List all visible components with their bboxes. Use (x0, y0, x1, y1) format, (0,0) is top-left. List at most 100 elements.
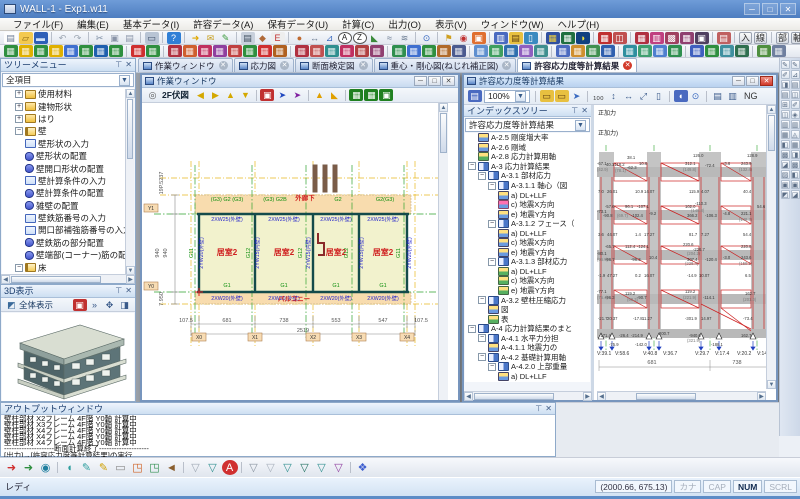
model-tool-icon-6-0[interactable]: ▦ (556, 45, 570, 57)
zoom-out-icon[interactable]: ▭ (555, 90, 569, 102)
pointer-icon[interactable]: ➤ (570, 90, 584, 102)
out-hash-icon[interactable]: ▦ (680, 32, 694, 44)
scroll-thumb[interactable] (474, 393, 554, 400)
cup-white-icon[interactable]: ▽ (188, 460, 204, 475)
wave2-icon[interactable]: ≋ (398, 32, 412, 44)
move-red-icon[interactable]: ◳ (130, 460, 146, 475)
expand-icon[interactable]: + (15, 115, 23, 123)
model-tool-icon-2-5[interactable]: ▦ (243, 45, 257, 57)
tree-item[interactable]: +はり (2, 113, 134, 125)
tree-item[interactable]: A-2.5 剛度増大率 (465, 133, 590, 143)
side-tool-icon-12[interactable]: ▣ (781, 180, 790, 189)
rotate-icon[interactable]: ✥ (103, 299, 117, 311)
save-icon[interactable]: ▬ (34, 32, 48, 44)
maximize-button[interactable]: □ (762, 3, 778, 15)
kanji-tool-button[interactable]: 部 (776, 32, 789, 44)
model-tool-icon-4-0[interactable]: ▦ (392, 45, 406, 57)
new-file-icon[interactable]: ▤ (4, 32, 18, 44)
expand-icon[interactable]: + (15, 103, 23, 111)
document-tab-4[interactable]: 許容応力度等計算結果✕ (517, 58, 637, 72)
page-setup-icon[interactable]: ▯ (652, 90, 666, 102)
model-tool-icon-4-1[interactable]: ▦ (407, 45, 421, 57)
collapse-icon[interactable]: − (478, 172, 486, 180)
scroll-up-icon[interactable]: ▲ (126, 89, 135, 98)
out-doc-icon[interactable]: ▥ (650, 32, 664, 44)
pan-left-icon[interactable]: ◀ (193, 89, 207, 101)
tree-item[interactable]: 壁形状の入力 (2, 138, 134, 150)
side-tool-icon-3[interactable]: ▤ (781, 90, 790, 99)
side-tool-icon-0[interactable]: ✎ (781, 60, 790, 69)
model-tool-icon-3-3[interactable]: ▦ (340, 45, 354, 57)
search-icon[interactable]: ⊙ (420, 32, 434, 44)
menu-item-6[interactable]: 出力(O) (381, 17, 428, 31)
cut-icon[interactable]: ✂ (93, 32, 107, 44)
frame-moon-icon[interactable]: ◑ (576, 32, 590, 44)
run-green-icon[interactable]: ➜ (21, 460, 37, 475)
close-icon[interactable]: ✕ (125, 285, 132, 297)
collapse-icon[interactable]: − (478, 353, 486, 361)
side-tool-icon-5[interactable]: ◈ (791, 110, 800, 119)
collapse-icon[interactable]: − (468, 325, 476, 333)
out-grid-icon[interactable]: ▩ (665, 32, 679, 44)
tree-item[interactable]: 壁形状の配置 (2, 150, 134, 162)
pan-right-icon[interactable]: ▶ (208, 89, 222, 101)
cup-teal-icon[interactable]: ▽ (205, 460, 221, 475)
model-tool-icon-3-4[interactable]: ▦ (355, 45, 369, 57)
tree-item[interactable]: 壁計算条件の配置 (2, 187, 134, 199)
scroll-up-icon[interactable]: ▲ (439, 103, 448, 112)
model-tool-icon-9-0[interactable]: ▦ (757, 45, 771, 57)
scroll-left-icon[interactable]: ◀ (464, 392, 473, 401)
paste-icon[interactable]: ▤ (123, 32, 137, 44)
tree-vertical-scrollbar[interactable]: ▲ ▼ (125, 89, 134, 275)
model-tool-icon-2-1[interactable]: ▦ (183, 45, 197, 57)
drawing-horizontal-scrollbar[interactable]: ◀ ▶ (597, 391, 766, 400)
side-tool-icon-8[interactable]: ▦ (791, 140, 800, 149)
model-tool-icon-3-0[interactable]: ▦ (295, 45, 309, 57)
collapse-icon[interactable]: − (468, 162, 476, 170)
menu-item-4[interactable]: 保有データ(U) (260, 17, 335, 31)
minimize-button[interactable]: ─ (414, 76, 427, 86)
window-orange-icon[interactable]: ▣ (472, 32, 486, 44)
side-tool-icon-4[interactable]: ✐ (791, 100, 800, 109)
tree-item[interactable]: −A-3.1.3 部材応力 (465, 257, 590, 267)
minimize-button[interactable]: ─ (744, 3, 760, 15)
tab-close-icon[interactable]: ✕ (280, 61, 289, 70)
collapse-icon[interactable]: − (488, 182, 496, 190)
pointer-purple-icon[interactable]: ➤ (290, 89, 304, 101)
collapse-icon[interactable]: − (478, 296, 486, 304)
pin-icon[interactable]: ⊤ (115, 285, 122, 297)
document-tab-1[interactable]: 応力図✕ (234, 58, 295, 72)
output-log[interactable]: 壁柱部材 X2フレーム 4F階 Y0軸 計算中壁柱部材 X3フレーム 4F階 Y… (1, 415, 555, 460)
fit-height-icon[interactable]: ↕ (607, 90, 621, 102)
pin-icon[interactable]: ⊤ (115, 59, 122, 71)
half-icon[interactable]: ◨ (118, 299, 132, 311)
model-tool-icon-5-1[interactable]: ▦ (489, 45, 503, 57)
model-tool-icon-0-2[interactable]: ▦ (34, 45, 48, 57)
model-tool-icon-7-3[interactable]: ▦ (668, 45, 682, 57)
model-tool-icon-6-1[interactable]: ▦ (571, 45, 585, 57)
select-tool-icon[interactable]: ▭ (113, 460, 129, 475)
model-tool-icon-2-7[interactable]: ▦ (273, 45, 287, 57)
pan-down-icon[interactable]: ▼ (238, 89, 252, 101)
model-tool-icon-5-3[interactable]: ▦ (519, 45, 533, 57)
measure-icon[interactable]: ↔ (308, 32, 322, 44)
maximize-button[interactable]: □ (746, 76, 759, 86)
model-tool-icon-5-0[interactable]: ▦ (474, 45, 488, 57)
model-tool-icon-2-6[interactable]: ▦ (258, 45, 272, 57)
index-combobox[interactable]: 許容応力度等計算結果 ▼ (465, 118, 590, 132)
kanji-tool-button[interactable]: 線 (754, 32, 767, 44)
collapse-icon[interactable]: − (478, 334, 486, 342)
doc-e-icon[interactable]: E (271, 32, 285, 44)
move-green-icon[interactable]: ◳ (147, 460, 163, 475)
back-icon[interactable]: ◄ (164, 460, 180, 475)
zoom-in-icon[interactable]: ▭ (540, 90, 554, 102)
menu-item-2[interactable]: 基本データ(I) (116, 17, 186, 31)
scroll-thumb[interactable] (440, 113, 447, 153)
cup-gray-icon[interactable]: ▽ (246, 460, 262, 475)
result-drawing-area[interactable]: -67.1(42.9)40.1-118.2(78.1)-62.310.6312.… (597, 105, 776, 400)
model-tool-icon-5-2[interactable]: ▦ (504, 45, 518, 57)
model-tool-icon-7-1[interactable]: ▦ (638, 45, 652, 57)
tree-item[interactable]: −A-4.2.0 上部重量 (465, 362, 590, 372)
section-icon[interactable]: ◣ (368, 32, 382, 44)
tree-filter-combobox[interactable]: 全項目 ▼ (2, 73, 134, 87)
